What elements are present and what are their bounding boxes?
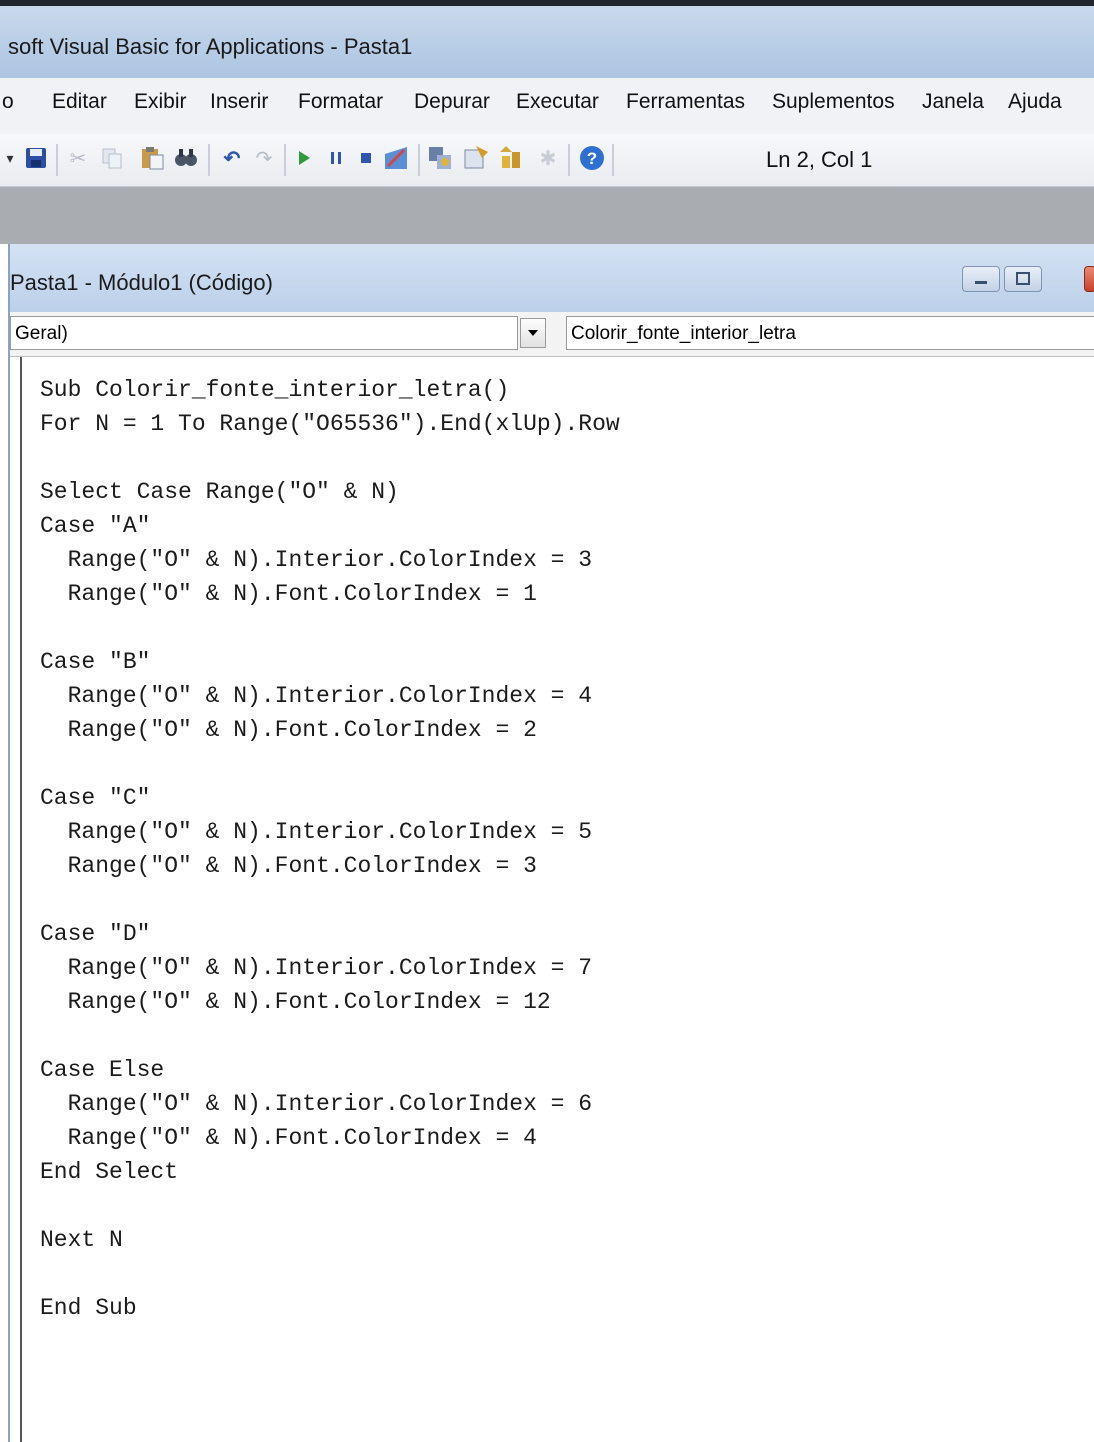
dropdown-arrow-icon[interactable]: ▾ (0, 144, 20, 172)
maximize-button[interactable] (1004, 266, 1042, 292)
title-bar: soft Visual Basic for Applications - Pas… (0, 0, 1094, 78)
mdi-background (0, 187, 1094, 244)
code-line: Range("O" & N).Font.ColorIndex = 12 (40, 989, 551, 1015)
menu-janela[interactable]: Janela (922, 90, 984, 114)
save-icon[interactable] (22, 144, 50, 172)
code-line: Range("O" & N).Interior.ColorIndex = 7 (40, 955, 593, 981)
code-line: Sub Colorir_fonte_interior_letra() (40, 377, 510, 403)
code-line: End Sub (40, 1295, 137, 1321)
toolbar-separator (418, 144, 420, 176)
code-line: Range("O" & N).Font.ColorIndex = 2 (40, 717, 537, 743)
undo-icon[interactable]: ↶ (218, 144, 246, 172)
cursor-position-status: Ln 2, Col 1 (766, 147, 873, 172)
code-line: Next N (40, 1227, 123, 1253)
chevron-down-icon (528, 330, 538, 336)
code-line: Range("O" & N).Interior.ColorIndex = 3 (40, 547, 593, 573)
code-line: Case "B" (40, 649, 151, 675)
toolbar-separator (56, 144, 58, 176)
menu-inserir[interactable]: Inserir (210, 90, 268, 114)
editor-margin (20, 357, 22, 1442)
code-line: Range("O" & N).Interior.ColorIndex = 5 (40, 819, 593, 845)
code-window-selectors: Geral) Colorir_fonte_interior_letra (10, 312, 1094, 357)
code-window-title: Pasta1 - Módulo1 (Código) (10, 270, 273, 295)
close-button[interactable] (1084, 266, 1094, 292)
toolbar-separator (568, 144, 570, 176)
object-combo-dropdown[interactable] (520, 318, 546, 348)
code-editor[interactable]: Sub Colorir_fonte_interior_letra() For N… (10, 357, 1094, 1442)
redo-icon[interactable]: ↷ (250, 144, 278, 172)
run-icon[interactable] (290, 144, 318, 172)
code-line: For N = 1 To Range("O65536").End(xlUp).R… (40, 411, 620, 437)
code-line: Case "A" (40, 513, 151, 539)
code-text[interactable]: Sub Colorir_fonte_interior_letra() For N… (40, 373, 620, 1325)
svg-text:?: ? (587, 149, 597, 168)
toolbox-icon[interactable]: ✱ (534, 144, 562, 172)
window-title: soft Visual Basic for Applications - Pas… (8, 34, 413, 59)
menu-suplementos[interactable]: Suplementos (772, 90, 895, 114)
paste-icon[interactable] (138, 144, 166, 172)
code-window-title-bar: Pasta1 - Módulo1 (Código) (10, 244, 1094, 313)
menu-ferramentas[interactable]: Ferramentas (626, 90, 745, 114)
code-line: End Select (40, 1159, 179, 1185)
toolbar-separator (612, 144, 614, 176)
code-line: Select Case Range("O" & N) (40, 479, 399, 505)
code-line: Range("O" & N).Interior.ColorIndex = 6 (40, 1091, 593, 1117)
help-icon[interactable]: ? (578, 144, 606, 172)
menu-formatar[interactable]: Formatar (298, 90, 383, 114)
design-mode-icon[interactable] (382, 144, 410, 172)
find-icon[interactable] (172, 144, 200, 172)
object-combo[interactable]: Geral) (10, 316, 518, 350)
minimize-button[interactable] (962, 266, 1000, 292)
procedure-combo[interactable]: Colorir_fonte_interior_letra (566, 316, 1094, 350)
menu-exibir[interactable]: Exibir (134, 90, 187, 114)
code-line: Case "C" (40, 785, 151, 811)
menu-executar[interactable]: Executar (516, 90, 599, 114)
code-line: Range("O" & N).Font.ColorIndex = 1 (40, 581, 537, 607)
code-line: Case "D" (40, 921, 151, 947)
code-line: Range("O" & N).Font.ColorIndex = 3 (40, 853, 537, 879)
project-explorer-icon[interactable] (426, 144, 454, 172)
procedure-combo-value: Colorir_fonte_interior_letra (571, 323, 796, 344)
pause-icon[interactable] (322, 144, 350, 172)
cut-icon[interactable]: ✂ (64, 144, 92, 172)
menu-editar[interactable]: Editar (52, 90, 107, 114)
toolbar-separator (284, 144, 286, 176)
stop-icon[interactable] (352, 144, 380, 172)
object-combo-value: Geral) (15, 323, 68, 344)
menu-file[interactable]: o (2, 90, 14, 114)
code-line: Range("O" & N).Interior.ColorIndex = 4 (40, 683, 593, 709)
code-line: Case Else (40, 1057, 165, 1083)
copy-icon[interactable] (98, 144, 126, 172)
code-window: Pasta1 - Módulo1 (Código) Geral) Colorir… (8, 244, 1094, 1442)
standard-toolbar: ▾ ✂ ↶ ↷ ✱ ? Ln 2, Col 1 (0, 134, 1094, 187)
menu-depurar[interactable]: Depurar (414, 90, 490, 114)
object-browser-icon[interactable] (498, 144, 526, 172)
menu-bar: o Editar Exibir Inserir Formatar Depurar… (0, 78, 1094, 135)
properties-icon[interactable] (462, 144, 490, 172)
menu-ajuda[interactable]: Ajuda (1008, 90, 1062, 114)
code-line: Range("O" & N).Font.ColorIndex = 4 (40, 1125, 537, 1151)
toolbar-separator (208, 144, 210, 176)
